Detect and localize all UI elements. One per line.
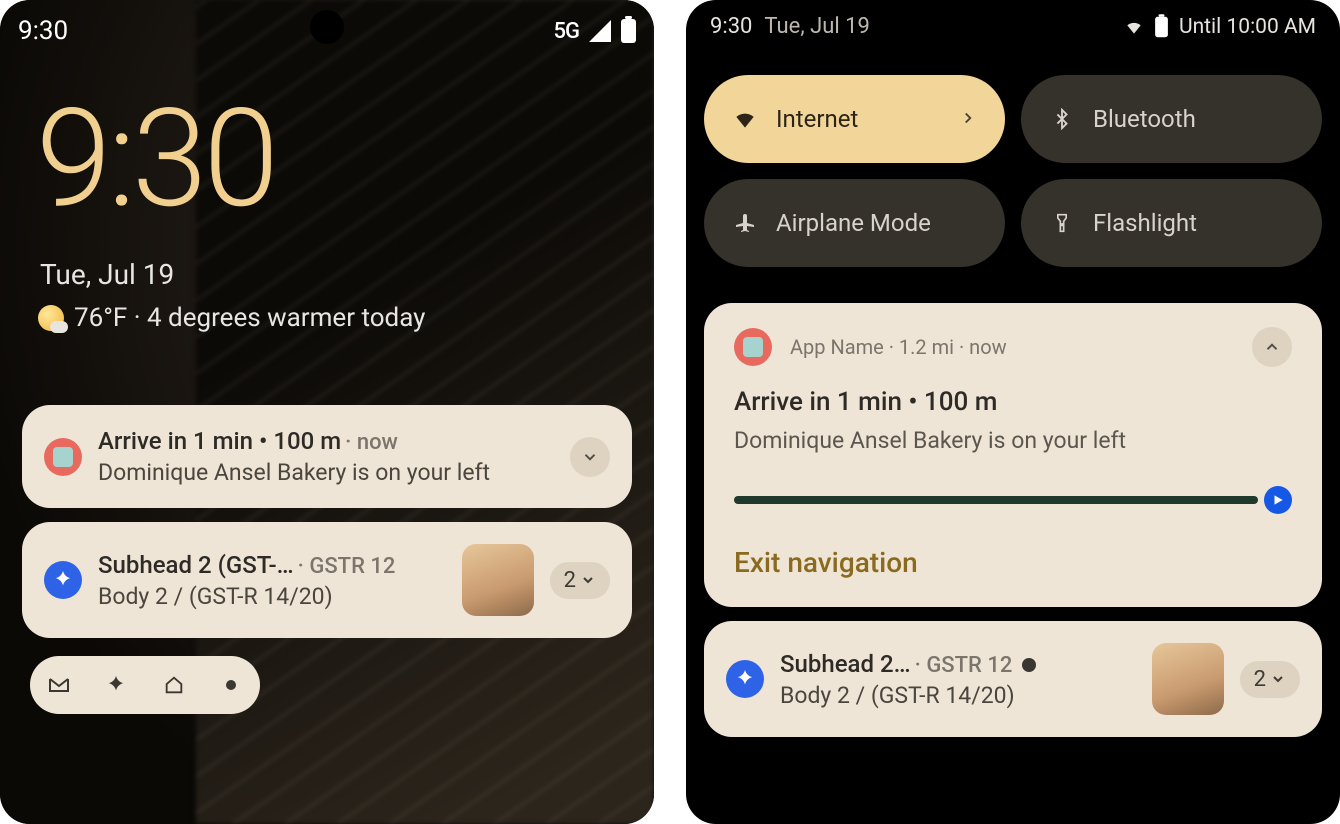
- status-icons: 5G: [554, 19, 637, 44]
- exit-navigation-button[interactable]: Exit navigation: [734, 546, 1292, 579]
- quick-settings-grid: Internet Bluetooth Airplane Mode Flashli…: [686, 47, 1340, 277]
- group-count: 2: [1254, 667, 1266, 692]
- qs-tile-label: Internet: [776, 105, 858, 133]
- qs-tile-label: Bluetooth: [1093, 105, 1196, 133]
- status-time: 9:30: [18, 16, 68, 46]
- weather-icon: [38, 305, 64, 331]
- notification-header-text: App Name · 1.2 mi · now: [790, 335, 1234, 359]
- notif-subhead: Subhead 2 (GST-…: [98, 551, 294, 579]
- notification-photos[interactable]: Subhead 2 (GST-… · GSTR 12 Body 2 / (GST…: [22, 522, 632, 638]
- shade-status-bar: 9:30 Tue, Jul 19 Until 10:00 AM: [686, 0, 1340, 47]
- progress-end-icon: [1264, 486, 1292, 514]
- notif-meta: · now: [345, 430, 398, 455]
- group-count: 2: [564, 568, 576, 593]
- notification-stack: Arrive in 1 min • 100 m · now Dominique …: [0, 333, 654, 638]
- group-count-chip[interactable]: 2: [1240, 661, 1300, 698]
- flashlight-icon: [1049, 210, 1075, 236]
- shade-notifications: App Name · 1.2 mi · now Arrive in 1 min …: [686, 277, 1340, 737]
- photos-app-icon: [44, 561, 82, 599]
- qs-tile-bluetooth[interactable]: Bluetooth: [1021, 75, 1322, 163]
- camera-punch-hole: [310, 10, 344, 44]
- group-count-chip[interactable]: 2: [550, 562, 610, 599]
- chevron-down-icon: [580, 572, 596, 588]
- photos-icon[interactable]: [103, 672, 129, 698]
- qs-tile-label: Airplane Mode: [776, 209, 931, 237]
- notification-body: Arrive in 1 min • 100 m · now Dominique …: [98, 427, 554, 486]
- home-icon[interactable]: [161, 672, 187, 698]
- chevron-right-icon: [959, 105, 977, 133]
- notification-photos[interactable]: Subhead 2… · GSTR 12 Body 2 / (GST-R 14/…: [704, 621, 1322, 737]
- lockscreen-phone: 9:30 5G 9:30 Tue, Jul 19 76°F · 4 degree…: [0, 0, 654, 824]
- chevron-up-icon: [1263, 338, 1281, 356]
- wifi-icon: [1124, 17, 1144, 37]
- nav-app-icon: [44, 438, 82, 476]
- network-label: 5G: [554, 19, 580, 44]
- more-dot-icon[interactable]: [218, 672, 244, 698]
- qs-tile-airplane[interactable]: Airplane Mode: [704, 179, 1005, 267]
- quicksettings-phone: 9:30 Tue, Jul 19 Until 10:00 AM Internet…: [686, 0, 1340, 824]
- notification-body: Subhead 2… · GSTR 12 Body 2 / (GST-R 14/…: [780, 650, 1136, 709]
- nav-progress: [734, 486, 1292, 514]
- collapse-button[interactable]: [1252, 327, 1292, 367]
- notification-navigation-expanded[interactable]: App Name · 1.2 mi · now Arrive in 1 min …: [704, 303, 1322, 607]
- app-icon-row[interactable]: [30, 656, 260, 714]
- qs-tile-flashlight[interactable]: Flashlight: [1021, 179, 1322, 267]
- notification-thumbnail: [1152, 643, 1224, 715]
- lockscreen-clock: 9:30: [0, 52, 654, 228]
- notif-body-text: Body 2 / (GST-R 14/20): [780, 682, 1136, 709]
- nav-app-icon: [734, 328, 772, 366]
- status-dot-icon: [1022, 658, 1036, 672]
- qs-tile-label: Flashlight: [1093, 209, 1197, 237]
- chevron-down-icon: [1270, 671, 1286, 687]
- signal-icon: [589, 20, 611, 42]
- battery-icon: [1155, 16, 1168, 36]
- dnd-until-label: Until 10:00 AM: [1179, 15, 1316, 39]
- notif-title: Arrive in 1 min • 100 m: [98, 427, 341, 455]
- notification-body: Subhead 2 (GST-… · GSTR 12 Body 2 / (GST…: [98, 551, 446, 610]
- weather-line[interactable]: 76°F · 4 degrees warmer today: [0, 291, 654, 333]
- notif-meta: · GSTR 12: [298, 554, 396, 579]
- progress-bar: [734, 496, 1258, 504]
- notif-subtext: Dominique Ansel Bakery is on your left: [98, 459, 554, 486]
- battery-icon: [621, 19, 636, 43]
- nav-body: Dominique Ansel Bakery is on your left: [734, 427, 1292, 454]
- notification-navigation[interactable]: Arrive in 1 min • 100 m · now Dominique …: [22, 405, 632, 508]
- lockscreen-date: Tue, Jul 19: [0, 228, 654, 291]
- expand-button[interactable]: [570, 437, 610, 477]
- wifi-icon: [732, 106, 758, 132]
- status-time: 9:30: [710, 14, 752, 39]
- nav-title: Arrive in 1 min • 100 m: [734, 387, 1292, 417]
- chevron-down-icon: [581, 448, 599, 466]
- pinwheel-icon: [52, 569, 74, 591]
- notif-body-text: Body 2 / (GST-R 14/20): [98, 583, 446, 610]
- pinwheel-icon: [734, 668, 756, 690]
- status-date: Tue, Jul 19: [764, 14, 870, 39]
- airplane-icon: [732, 210, 758, 236]
- notif-subhead: Subhead 2…: [780, 650, 911, 678]
- notification-thumbnail: [462, 544, 534, 616]
- gmail-icon[interactable]: [46, 672, 72, 698]
- weather-text: 76°F · 4 degrees warmer today: [74, 303, 425, 333]
- photos-app-icon: [726, 660, 764, 698]
- notif-meta: · GSTR 12: [915, 653, 1013, 678]
- qs-tile-internet[interactable]: Internet: [704, 75, 1005, 163]
- bluetooth-icon: [1049, 106, 1075, 132]
